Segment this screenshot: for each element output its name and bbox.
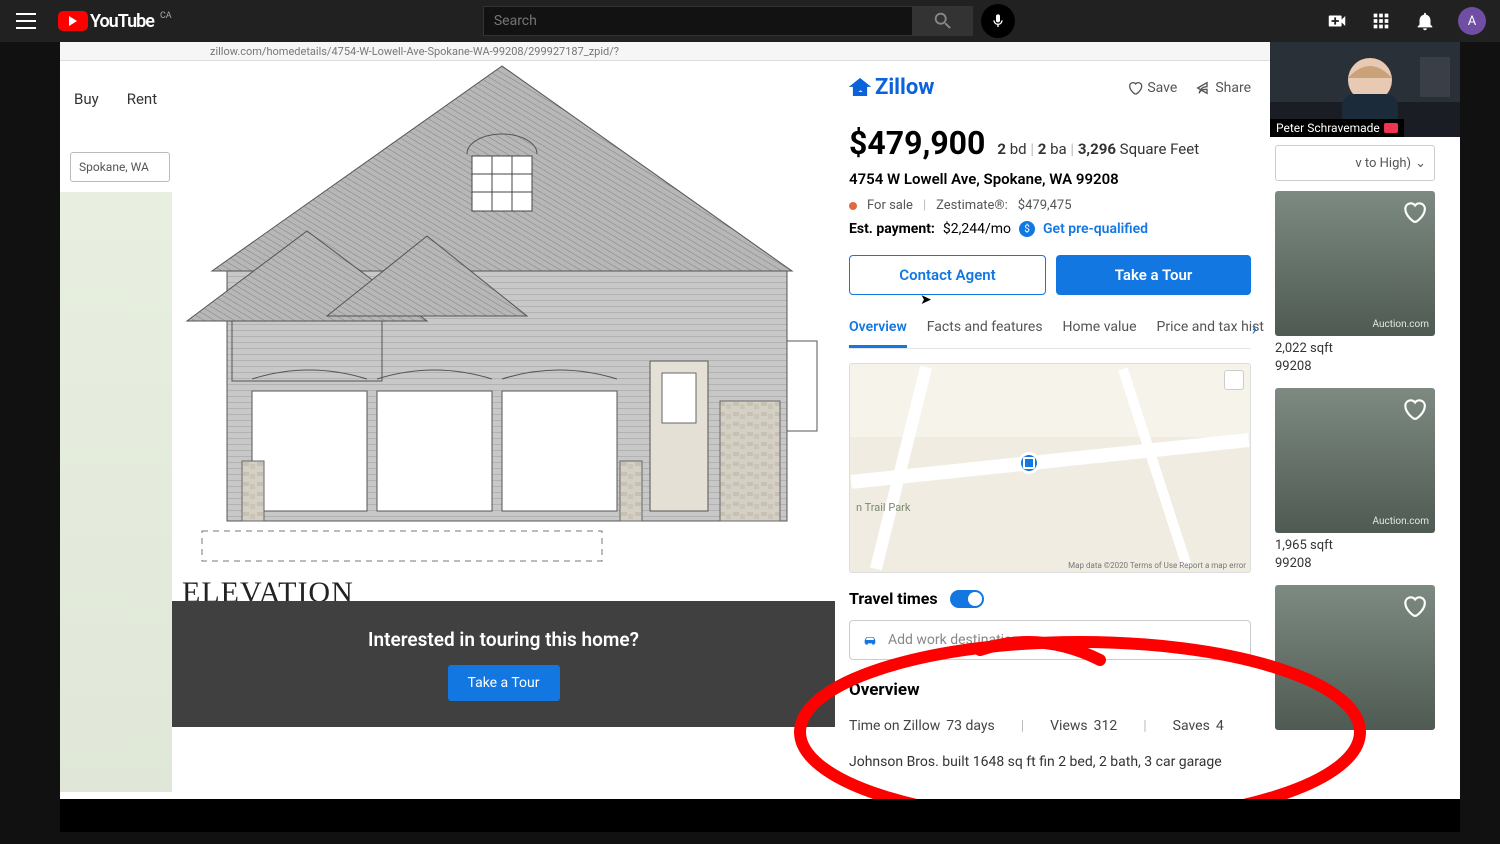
- listing-mini-map[interactable]: n Trail Park Map data ©2020 Terms of Use…: [849, 363, 1251, 573]
- share-button[interactable]: Share: [1195, 80, 1251, 96]
- tabs-scroll-right[interactable]: ›: [1252, 319, 1257, 340]
- listing-bed-bath: 2 bd | 2 ba | 3,296 Square Feet: [997, 140, 1199, 158]
- yt-logo[interactable]: YouTube CA: [58, 11, 172, 32]
- mic-icon: [990, 10, 1006, 32]
- zillow-location-input[interactable]: Spokane, WA: [70, 152, 170, 182]
- zillow-logo[interactable]: Zillow: [849, 75, 934, 100]
- sort-select[interactable]: v to High) ⌄: [1275, 145, 1435, 181]
- zillow-logo-text: Zillow: [875, 75, 934, 100]
- zillow-top-nav: Buy Rent: [60, 61, 180, 136]
- detail-tabs: Overview Facts and features Home value P…: [849, 319, 1251, 349]
- create-icon[interactable]: [1326, 10, 1348, 32]
- result-card[interactable]: Auction.com 1,965 sqft99208: [1275, 388, 1435, 533]
- search-icon: [932, 10, 954, 32]
- est-payment-label: Est. payment:: [849, 221, 935, 237]
- yt-play-icon: [58, 11, 88, 31]
- speaker-brand-tag: [1384, 123, 1398, 133]
- map-pin-icon: [1018, 452, 1040, 474]
- listing-status: For sale: [867, 198, 913, 213]
- tab-overview[interactable]: Overview: [849, 319, 907, 348]
- contact-agent-button[interactable]: Contact Agent: [849, 255, 1046, 295]
- save-button[interactable]: Save: [1127, 80, 1177, 96]
- elevation-caption: ELEVATION: [182, 576, 354, 601]
- yt-country-code: CA: [160, 11, 172, 21]
- heart-icon: [1127, 80, 1143, 96]
- yt-hamburger-icon[interactable]: [14, 9, 38, 33]
- nav-rent[interactable]: Rent: [127, 90, 157, 108]
- listing-image-panel: ELEVATION Interested in touring this hom…: [172, 61, 835, 746]
- status-dot-icon: [849, 202, 857, 210]
- take-tour-button[interactable]: Take a Tour: [1056, 255, 1251, 295]
- tab-facts[interactable]: Facts and features: [927, 319, 1043, 348]
- favorite-icon[interactable]: [1401, 396, 1427, 422]
- tab-price-history[interactable]: Price and tax hist: [1157, 319, 1264, 348]
- location-value: Spokane, WA: [79, 160, 149, 174]
- overview-stats: Time on Zillow73 days | Views312 | Saves…: [849, 718, 1251, 734]
- zillow-search-map[interactable]: [60, 192, 172, 792]
- card-meta: 2,022 sqft99208: [1275, 340, 1333, 376]
- map-expand-icon[interactable]: [1224, 370, 1244, 390]
- video-content-frame: zillow.com/homedetails/4754-W-Lowell-Ave…: [60, 42, 1460, 799]
- listing-address: 4754 W Lowell Ave, Spokane, WA 99208: [849, 170, 1251, 188]
- yt-search-button[interactable]: [913, 6, 973, 36]
- speaker-webcam-overlay: Peter Schravemade: [1270, 42, 1460, 137]
- favorite-icon[interactable]: [1401, 593, 1427, 619]
- browser-url-bar: zillow.com/homedetails/4754-W-Lowell-Ave…: [60, 42, 1460, 61]
- map-attribution: Map data ©2020 Terms of Use Report a map…: [1068, 561, 1246, 570]
- destination-placeholder: Add work destination: [888, 632, 1020, 648]
- listing-price: $479,900: [849, 124, 985, 162]
- avatar-initial: A: [1468, 14, 1476, 29]
- listing-detail-panel: Zillow Save Share $479,900 2 bd | 2 ba |…: [835, 61, 1265, 799]
- zestimate-label: Zestimate®:: [936, 198, 1008, 213]
- bell-icon[interactable]: [1414, 10, 1436, 32]
- apps-icon[interactable]: [1370, 10, 1392, 32]
- tour-banner-heading: Interested in touring this home?: [368, 628, 639, 651]
- tour-banner: Interested in touring this home? Take a …: [172, 601, 835, 727]
- minimap-label: n Trail Park: [856, 501, 911, 514]
- url-text: zillow.com/homedetails/4754-W-Lowell-Ave…: [210, 45, 619, 58]
- travel-times-toggle[interactable]: [950, 590, 984, 608]
- nav-buy[interactable]: Buy: [74, 90, 99, 108]
- share-icon: [1195, 80, 1211, 96]
- tab-home-value[interactable]: Home value: [1063, 319, 1137, 348]
- listing-main-image[interactable]: ELEVATION: [172, 61, 835, 601]
- travel-times-label: Travel times: [849, 589, 938, 608]
- card-source-tag: Auction.com: [1373, 516, 1430, 527]
- yt-voice-search[interactable]: [981, 4, 1015, 38]
- yt-avatar[interactable]: A: [1458, 7, 1486, 35]
- chevron-down-icon: ⌄: [1415, 156, 1426, 171]
- yt-search-input[interactable]: [483, 6, 913, 36]
- zillow-logo-icon: [849, 77, 871, 99]
- dollar-badge-icon: $: [1019, 221, 1035, 237]
- prequalify-link[interactable]: Get pre-qualified: [1043, 221, 1148, 237]
- overview-heading: Overview: [849, 680, 1251, 700]
- yt-logo-text: YouTube: [90, 11, 154, 32]
- overview-description: Johnson Bros. built 1648 sq ft fin 2 bed…: [849, 754, 1251, 770]
- zestimate-value: $479,475: [1018, 198, 1072, 213]
- favorite-icon[interactable]: [1401, 199, 1427, 225]
- tour-banner-button[interactable]: Take a Tour: [448, 665, 560, 701]
- house-elevation-sketch: [172, 61, 832, 601]
- video-player-stage: zillow.com/homedetails/4754-W-Lowell-Ave…: [60, 42, 1460, 832]
- add-destination-input[interactable]: Add work destination: [849, 620, 1251, 660]
- car-icon: [862, 632, 878, 648]
- result-card[interactable]: [1275, 585, 1435, 730]
- result-card[interactable]: Auction.com 2,022 sqft99208: [1275, 191, 1435, 336]
- card-meta: 1,965 sqft99208: [1275, 537, 1333, 573]
- listing-status-row: For sale | Zestimate®: $479,475: [849, 198, 1251, 213]
- speaker-name-tag: Peter Schravemade: [1270, 119, 1404, 137]
- results-thumb-column: Saved Homes v to High) ⌄ Auction.com 2,0…: [1275, 61, 1435, 730]
- card-source-tag: Auction.com: [1373, 319, 1430, 330]
- est-payment-value: $2,244/mo: [943, 221, 1011, 237]
